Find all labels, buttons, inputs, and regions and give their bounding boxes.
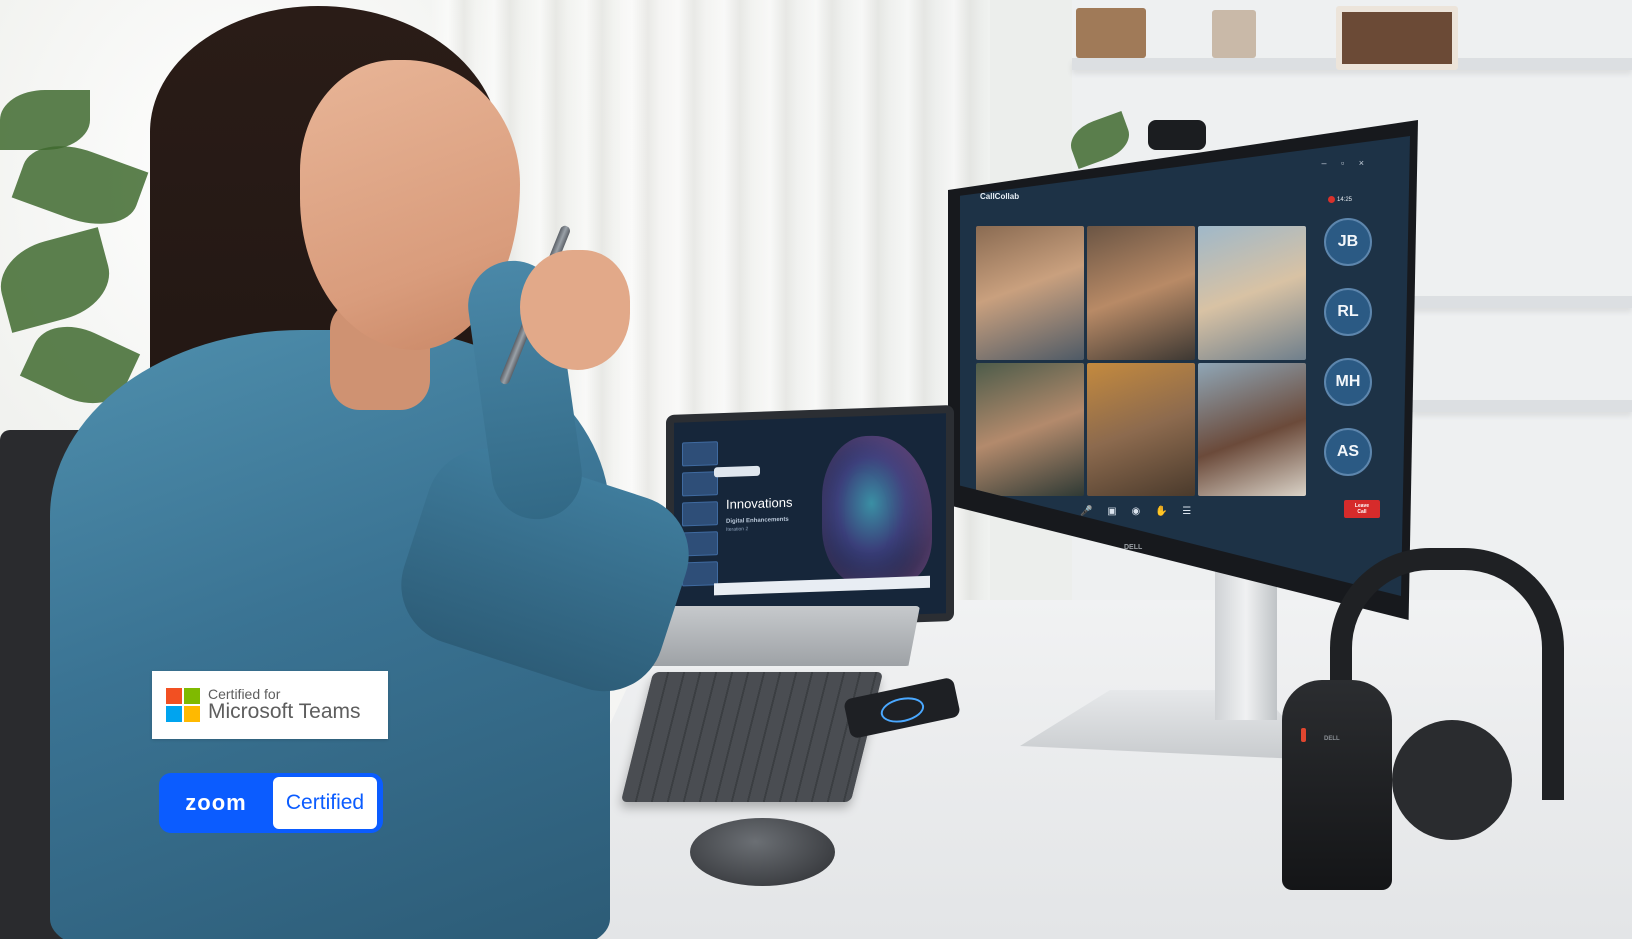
chat-notification[interactable]	[714, 465, 760, 478]
shelf	[1412, 296, 1632, 308]
status-light	[1301, 728, 1306, 742]
slide-thumbnails	[682, 441, 718, 612]
keyboard	[620, 672, 884, 802]
certified-label: Certified	[273, 777, 377, 829]
headset-earcup	[1392, 720, 1512, 840]
video-tile[interactable]	[976, 362, 1084, 496]
leave-call-button[interactable]: Leave Call	[1344, 500, 1380, 518]
monitor-brand-logo: DELL	[1124, 544, 1143, 551]
stand-brand-logo: DELL	[1324, 736, 1340, 742]
video-tile[interactable]	[976, 226, 1084, 360]
laptop-base	[630, 606, 920, 666]
logo-square-blue	[166, 706, 182, 722]
slide-title: Innovations	[726, 494, 793, 512]
badge-text: Certified for Microsoft Teams	[208, 686, 361, 724]
slide-thumbnail[interactable]	[682, 501, 718, 527]
zoom-certified-badge: zoom Certified	[159, 773, 383, 833]
video-tile[interactable]	[1198, 226, 1306, 360]
participant-list: JB RL MH AS	[1324, 218, 1372, 498]
slide-subtitle: Digital Enhancements	[726, 516, 789, 525]
zoom-logo: zoom	[185, 790, 247, 815]
window-controls[interactable]: – ▫ ×	[1322, 158, 1370, 168]
shelf-picture-frame	[1336, 6, 1458, 70]
charging-icon	[878, 693, 927, 727]
video-tile[interactable]	[1087, 362, 1195, 496]
speaker-notes-bar[interactable]	[714, 575, 930, 596]
participant-avatar[interactable]: JB	[1324, 218, 1372, 266]
digital-face-artwork	[822, 433, 932, 588]
video-grid	[976, 226, 1306, 496]
logo-square-yellow	[184, 706, 200, 722]
recording-indicator: 14:25	[1327, 196, 1352, 204]
headset-stand	[1282, 680, 1392, 890]
participant-avatar[interactable]: MH	[1324, 358, 1372, 406]
microsoft-teams-badge: Certified for Microsoft Teams	[152, 671, 388, 739]
plant-leaf	[0, 90, 90, 150]
participant-avatar[interactable]: RL	[1324, 288, 1372, 336]
slide-caption: Iteration 2	[726, 526, 749, 533]
video-tile[interactable]	[1087, 226, 1195, 360]
person-hand	[520, 250, 630, 370]
logo-square-red	[166, 688, 182, 704]
photo-scene: CallCollab – ▫ × 14:25 JB RL MH AS 🎤 ▣ ◉…	[0, 0, 1632, 939]
shelf-vase	[1212, 10, 1256, 58]
webcam	[1148, 120, 1206, 150]
logo-square-green	[184, 688, 200, 704]
video-tile[interactable]	[1198, 362, 1306, 496]
recording-time: 14:25	[1336, 197, 1352, 204]
slide-thumbnail[interactable]	[682, 471, 718, 497]
microsoft-logo-icon	[166, 688, 200, 722]
badge-line-2: Microsoft Teams	[208, 700, 361, 723]
shelf-box	[1076, 8, 1146, 58]
laptop-screen: Innovations Digital Enhancements Iterati…	[666, 404, 954, 632]
shelf	[1412, 400, 1632, 412]
mouse	[690, 818, 835, 886]
slide-thumbnail[interactable]	[682, 441, 718, 467]
app-name: CallCollab	[980, 192, 1020, 201]
record-dot-icon	[1327, 196, 1335, 203]
participant-avatar[interactable]: AS	[1324, 428, 1372, 476]
call-controls[interactable]: 🎤 ▣ ◉ ✋ ☰	[1080, 506, 1197, 517]
